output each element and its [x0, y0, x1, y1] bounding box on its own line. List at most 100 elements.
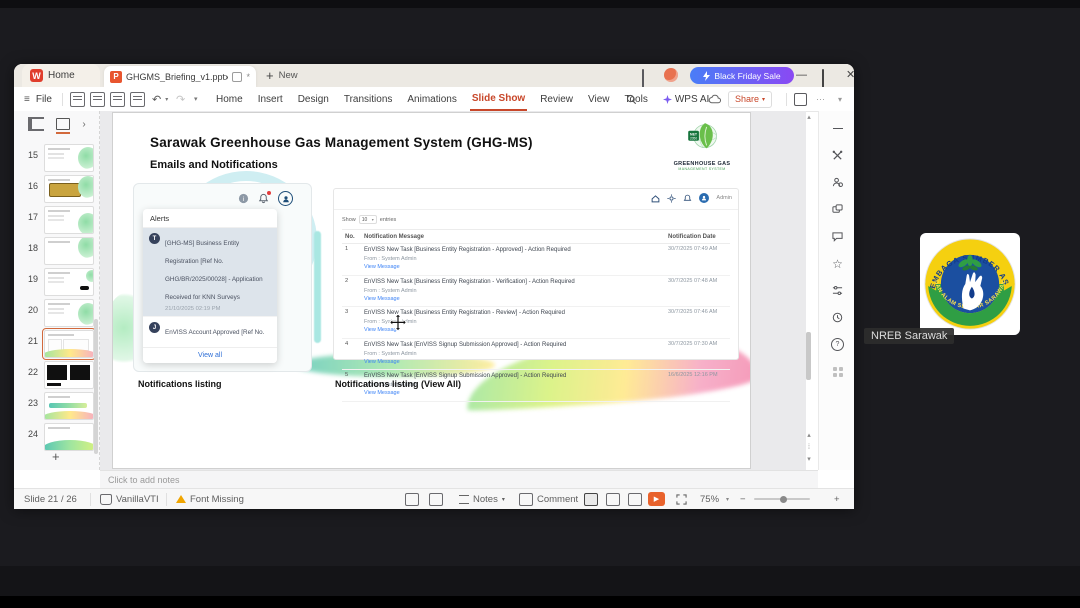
thumbnail-row-15[interactable]: 15 [14, 142, 100, 173]
reading-view-button[interactable] [628, 489, 642, 509]
outline-view-icon[interactable] [28, 117, 45, 131]
view-all-link[interactable]: View all [143, 347, 277, 363]
alert-item[interactable]: T [GHG-MS] Business Entity Registration … [143, 228, 277, 317]
zoom-level[interactable]: 75% [700, 489, 719, 509]
thumbnail-row-23[interactable]: 23 [14, 390, 100, 421]
slide-thumbnail[interactable] [44, 268, 94, 296]
scroll-up-button[interactable]: ▴ [804, 114, 814, 121]
slide-thumbnail[interactable] [44, 206, 94, 234]
slide-thumbnail[interactable] [44, 299, 94, 327]
thumbnail-row-21-selected[interactable]: 21 [14, 328, 100, 360]
table-row[interactable]: 2 EnVISS New Task [Business Entity Regis… [342, 276, 730, 307]
file-menu[interactable]: ≡ File [24, 87, 54, 111]
menu-animations[interactable]: Animations [405, 94, 458, 105]
slide-thumbnail[interactable] [44, 144, 94, 172]
comment-panel-icon[interactable] [831, 230, 844, 243]
table-row[interactable]: 1 EnVISS New Task [Business Entity Regis… [342, 244, 730, 276]
thumbnail-row-24[interactable]: 24 [14, 421, 100, 452]
cloud-sync-button[interactable] [708, 87, 721, 111]
share-button[interactable]: Share ▾ [728, 87, 773, 111]
tab-window-icon[interactable] [232, 71, 243, 82]
thumbnail-row-22[interactable]: 22 [14, 359, 100, 390]
zoom-out-button[interactable]: − [740, 489, 746, 509]
help-icon[interactable]: ? [831, 338, 844, 351]
view-message-link[interactable]: View Message [364, 358, 668, 366]
slide-thumbnail[interactable] [44, 423, 94, 451]
menu-view[interactable]: View [586, 94, 612, 105]
redo-button[interactable]: ↷ [176, 87, 185, 111]
export-button[interactable] [90, 87, 105, 111]
slide-thumbnail[interactable] [44, 361, 94, 389]
close-button[interactable]: ✕ [846, 70, 855, 81]
save-button[interactable] [70, 87, 85, 111]
menu-transitions[interactable]: Transitions [342, 94, 395, 105]
slide-thumbnail[interactable] [44, 237, 94, 265]
notes-area[interactable]: Click to add notes [100, 470, 818, 488]
shapes-icon[interactable] [831, 203, 844, 216]
thumbnail-scrollbar[interactable] [94, 319, 98, 454]
slide-sorter-view-button[interactable] [606, 489, 620, 509]
entries-select[interactable]: 10 ▾ [358, 215, 377, 224]
print-preview-button[interactable] [130, 87, 145, 111]
tab-layout-icon[interactable] [642, 69, 644, 88]
zoom-slider-handle[interactable] [780, 495, 787, 503]
thumbnail-row-19[interactable]: 19 [14, 266, 100, 297]
settings-sliders-icon[interactable] [831, 284, 844, 297]
menu-wps-ai[interactable]: WPS AI [661, 94, 711, 105]
chevron-right-icon[interactable]: › [82, 119, 85, 130]
quick-access-more-button[interactable]: ▾ [194, 87, 198, 111]
menu-home[interactable]: Home [214, 94, 245, 105]
collapse-rail-icon[interactable] [831, 122, 844, 135]
menu-design[interactable]: Design [296, 94, 331, 105]
new-tab-button[interactable]: + New [266, 64, 298, 87]
thumbnail-row-20[interactable]: 20 [14, 297, 100, 328]
zoom-slider[interactable] [754, 489, 810, 509]
add-slide-button[interactable]: + [52, 449, 60, 464]
table-row[interactable]: 4 EnVISS New Task [EnVISS Signup Submiss… [342, 339, 730, 370]
slide-thumbnail-selected[interactable] [42, 328, 96, 360]
slide-canvas[interactable]: Sarawak Greenhouse Gas Management System… [113, 113, 750, 468]
menu-review[interactable]: Review [538, 94, 575, 105]
font-missing-warning[interactable]: Font Missing [176, 489, 244, 509]
undo-button[interactable]: ↶ ▾ [152, 87, 168, 111]
slide-thumbnail[interactable] [44, 175, 94, 203]
collapse-ribbon-button[interactable]: ▾ [838, 87, 842, 111]
tab-document[interactable]: P GHGMS_Briefing_v1.pptx * [104, 66, 256, 87]
restore-button[interactable] [822, 69, 824, 88]
history-clock-icon[interactable] [831, 311, 844, 324]
tab-home[interactable]: W Home [22, 64, 100, 87]
fit-page-icon[interactable] [429, 489, 443, 509]
black-friday-sale-button[interactable]: Black Friday Sale [690, 67, 794, 84]
thumbnail-row-18[interactable]: 18 [14, 235, 100, 266]
apps-grid-icon[interactable] [831, 365, 844, 378]
notes-toggle[interactable]: Notes ▾ [459, 489, 505, 509]
minimize-button[interactable]: — [796, 70, 807, 81]
view-message-link[interactable]: View Message [364, 295, 668, 303]
print-button[interactable] [110, 87, 125, 111]
resume-assistant-icon[interactable] [831, 176, 844, 189]
zoom-chevron-icon[interactable]: ▾ [726, 489, 729, 509]
theme-button[interactable]: VanillaVTI [100, 489, 159, 509]
search-button[interactable] [626, 87, 637, 111]
previous-slide-button[interactable]: ▴ [804, 432, 814, 439]
thumbnail-row-16[interactable]: 16 [14, 173, 100, 204]
task-window-button[interactable] [794, 87, 807, 111]
view-message-link[interactable]: View Message [364, 389, 668, 397]
slide-view-icon[interactable] [56, 118, 71, 134]
slide-nav-button[interactable]: ⁞ [804, 444, 814, 451]
favorites-star-icon[interactable]: ☆ [831, 257, 844, 271]
normal-view-button[interactable] [584, 489, 598, 509]
account-avatar[interactable] [664, 68, 678, 82]
comment-button[interactable]: Comment [519, 489, 578, 509]
slide-thumbnail[interactable] [44, 392, 94, 420]
slideshow-play-button[interactable]: ▶ [648, 489, 665, 509]
next-slide-button[interactable]: ▾ [804, 456, 814, 463]
more-button[interactable]: ··· [816, 87, 825, 111]
menu-slide-show[interactable]: Slide Show [469, 88, 528, 111]
menu-insert[interactable]: Insert [256, 94, 285, 105]
fix-tools-icon[interactable] [831, 149, 844, 162]
fullscreen-button[interactable] [676, 489, 687, 509]
view-message-link[interactable]: View Message [364, 263, 668, 271]
editor-scrollbar[interactable] [806, 332, 811, 380]
single-page-icon[interactable] [405, 489, 419, 509]
